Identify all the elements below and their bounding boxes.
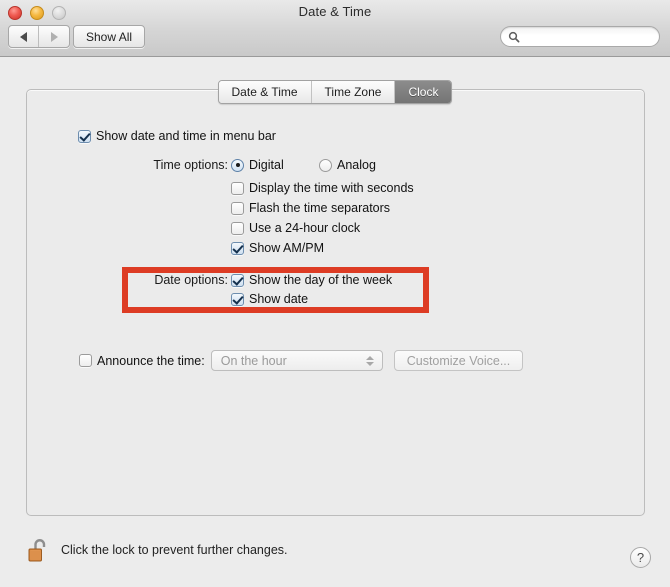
display-seconds-label: Display the time with seconds [249, 181, 414, 195]
window-titlebar: Date & Time Show All [0, 0, 670, 57]
time-options-label: Time options: [153, 158, 228, 172]
search-field[interactable] [500, 26, 660, 47]
time-options-label-wrap: Time options: [138, 158, 228, 172]
date-options-label: Date options: [154, 273, 228, 287]
show-am-pm-row[interactable]: Show AM/PM [231, 241, 324, 255]
clock-settings-panel [26, 89, 645, 516]
show-in-menu-bar-label: Show date and time in menu bar [96, 129, 276, 143]
show-in-menu-bar-row[interactable]: Show date and time in menu bar [78, 129, 276, 143]
date-options-label-wrap: Date options: [133, 273, 228, 287]
triangle-right-icon [50, 31, 58, 42]
announce-interval-popup[interactable]: On the hour [210, 350, 383, 371]
forward-button[interactable] [39, 26, 69, 47]
show-am-pm-checkbox[interactable] [231, 241, 244, 255]
announce-interval-value: On the hour [220, 353, 287, 368]
use-24-hour-clock-label: Use a 24-hour clock [249, 221, 361, 235]
navigation-buttons [8, 25, 70, 48]
triangle-left-icon [20, 31, 27, 42]
tab-date-time[interactable]: Date & Time [218, 81, 312, 103]
chevron-updown-icon [365, 355, 374, 366]
use-24-hour-clock-checkbox[interactable] [231, 221, 244, 235]
show-day-of-week-row[interactable]: Show the day of the week [231, 273, 392, 287]
preference-tabs: Date & Time Time Zone Clock [0, 80, 670, 104]
show-date-row[interactable]: Show date [231, 292, 308, 306]
help-button[interactable]: ? [630, 547, 651, 568]
time-options-radio-analog[interactable]: Analog [319, 158, 376, 172]
announce-time-checkbox[interactable] [79, 354, 92, 367]
analog-label: Analog [337, 158, 376, 172]
unlocked-padlock-icon[interactable] [28, 537, 50, 563]
flash-separators-row[interactable]: Flash the time separators [231, 201, 390, 215]
analog-radio[interactable] [319, 158, 332, 172]
digital-radio[interactable] [231, 158, 244, 172]
show-in-menu-bar-checkbox[interactable] [78, 129, 91, 143]
search-input[interactable] [524, 29, 649, 44]
show-date-checkbox[interactable] [231, 292, 244, 306]
show-day-of-week-label: Show the day of the week [249, 273, 393, 287]
window-title: Date & Time [298, 4, 372, 19]
show-date-label: Show date [249, 292, 309, 306]
announce-time-label: Announce the time: [97, 353, 205, 368]
digital-label: Digital [249, 158, 284, 172]
show-day-of-week-checkbox[interactable] [231, 273, 244, 287]
search-icon [508, 31, 520, 43]
lock-hint-text: Click the lock to prevent further change… [61, 543, 288, 557]
use-24-hour-clock-row[interactable]: Use a 24-hour clock [231, 221, 360, 235]
date-time-preferences-window: Date & Time Show All Date & Time Time Zo… [0, 0, 670, 587]
flash-separators-checkbox[interactable] [231, 201, 244, 215]
tab-time-zone[interactable]: Time Zone [311, 81, 396, 103]
tab-clock[interactable]: Clock [395, 81, 452, 103]
show-all-button[interactable]: Show All [73, 25, 146, 48]
show-am-pm-label: Show AM/PM [249, 241, 325, 255]
back-button[interactable] [9, 26, 39, 47]
announce-time-row[interactable]: Announce the time: On the hour Customize… [79, 350, 524, 371]
customize-voice-button[interactable]: Customize Voice... [393, 350, 524, 371]
time-options-radio-digital[interactable]: Digital [231, 158, 284, 172]
flash-separators-label: Flash the time separators [249, 201, 391, 215]
display-seconds-row[interactable]: Display the time with seconds [231, 181, 414, 195]
display-seconds-checkbox[interactable] [231, 181, 244, 195]
lock-row[interactable]: Click the lock to prevent further change… [28, 537, 288, 563]
